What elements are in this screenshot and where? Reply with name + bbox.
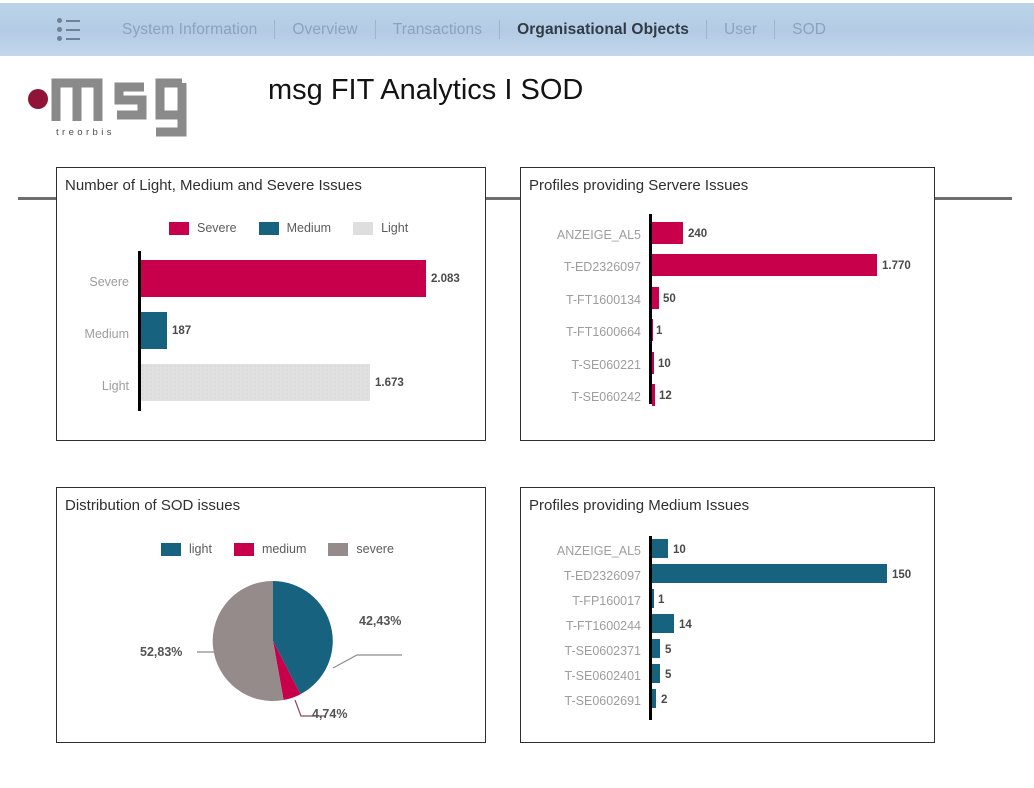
bar-category-label: T-FP160017 <box>572 594 641 608</box>
bar-value-label: 1.770 <box>882 260 911 272</box>
bar-t-se060221[interactable] <box>652 352 654 374</box>
bar-value-label: 150 <box>892 569 912 581</box>
bar-t-se060242[interactable] <box>652 384 655 406</box>
bar-value-label: 187 <box>172 325 192 337</box>
bar-category-label: T-SE060242 <box>571 390 642 404</box>
bar-category-label: ANZEIGE_AL5 <box>556 228 641 242</box>
bar-t-ed2326097[interactable] <box>652 254 877 276</box>
pie-leader-line-light <box>332 654 402 669</box>
bar-anzeige-al5[interactable] <box>652 222 683 244</box>
pie-plot-area: 42,43% 4,74% 52,83% <box>57 488 487 744</box>
bar-category-label: T-FT1600244 <box>565 619 641 633</box>
plot-area: ANZEIGE_AL5 240 T-ED2326097 1.770 T-FT16… <box>521 168 936 442</box>
bar-category-label: T-SE060221 <box>571 358 642 372</box>
pie-value-label-severe: 52,83% <box>140 645 183 659</box>
bar-value-label: 240 <box>688 228 708 240</box>
card-number-of-issues: Number of Light, Medium and Severe Issue… <box>56 167 486 441</box>
bar-t-ft1600664[interactable] <box>652 319 653 341</box>
bar-severe[interactable] <box>141 260 426 297</box>
plot-area: ANZEIGE_AL5 10 T-ED2326097 150 T-FP16001… <box>521 488 936 744</box>
nav-item-overview[interactable]: Overview <box>275 21 374 39</box>
page-header: treorbis msg FIT Analytics I SOD <box>0 56 1034 200</box>
bar-category-label: T-SE0602691 <box>564 694 641 708</box>
nav-item-organisational-objects[interactable]: Organisational Objects <box>500 21 706 39</box>
bar-category-label: Medium <box>84 327 129 341</box>
bar-value-label: 5 <box>665 669 672 681</box>
bar-value-label: 12 <box>659 390 672 402</box>
bar-t-se0602401[interactable] <box>652 664 660 683</box>
bar-t-ed2326097[interactable] <box>652 564 887 583</box>
top-navigation-bar: System Information Overview Transactions… <box>0 3 1034 56</box>
nav-item-user[interactable]: User <box>707 21 774 39</box>
bar-t-fp160017[interactable] <box>652 589 654 608</box>
list-icon[interactable] <box>57 17 83 43</box>
nav-item-sod[interactable]: SOD <box>775 21 843 39</box>
bar-value-label: 1 <box>656 325 663 337</box>
bar-medium[interactable] <box>141 312 167 349</box>
bar-value-label: 5 <box>665 644 672 656</box>
bar-value-label: 2.083 <box>431 273 460 285</box>
bar-category-label: T-FT1600664 <box>565 325 641 339</box>
nav-item-transactions[interactable]: Transactions <box>376 21 499 39</box>
bar-category-label: T-SE0602401 <box>564 669 641 683</box>
pie-value-label-medium: 4,74% <box>312 707 348 721</box>
bar-light[interactable] <box>141 364 370 401</box>
card-profiles-severe: Profiles providing Servere Issues ANZEIG… <box>520 167 935 441</box>
msg-treorbis-logo: treorbis <box>22 66 194 138</box>
bar-value-label: 14 <box>679 619 692 631</box>
bar-category-label: Severe <box>89 275 129 289</box>
plot-area: Severe 2.083 Medium 187 Light 1.673 <box>57 168 487 442</box>
bar-category-label: T-ED2326097 <box>563 569 641 583</box>
bar-t-ft1600244[interactable] <box>652 614 674 633</box>
bar-t-se0602371[interactable] <box>652 639 660 658</box>
card-profiles-medium: Profiles providing Medium Issues ANZEIGE… <box>520 487 935 743</box>
page-title: msg FIT Analytics I SOD <box>268 74 584 106</box>
pie-value-label-light: 42,43% <box>359 614 402 628</box>
bar-category-label: T-SE0602371 <box>564 644 641 658</box>
svg-text:treorbis: treorbis <box>56 127 115 138</box>
bar-value-label: 50 <box>663 293 676 305</box>
pie-slice-severe[interactable] <box>212 580 284 701</box>
bar-category-label: Light <box>101 379 129 393</box>
bar-value-label: 10 <box>673 544 686 556</box>
bar-t-se0602691[interactable] <box>652 689 656 708</box>
bar-category-label: ANZEIGE_AL5 <box>556 544 641 558</box>
bar-value-label: 2 <box>661 694 668 706</box>
bar-anzeige-al5[interactable] <box>652 539 668 558</box>
bar-category-label: T-FT1600134 <box>565 293 641 307</box>
bar-value-label: 10 <box>658 358 671 370</box>
bar-category-label: T-ED2326097 <box>563 260 641 274</box>
bar-t-ft1600134[interactable] <box>652 287 659 309</box>
nav-item-system-information[interactable]: System Information <box>105 21 274 39</box>
nav-items: System Information Overview Transactions… <box>105 20 843 39</box>
card-distribution-sod: Distribution of SOD issues light medium … <box>56 487 486 743</box>
bar-value-label: 1 <box>658 594 665 606</box>
bar-value-label: 1.673 <box>375 377 404 389</box>
